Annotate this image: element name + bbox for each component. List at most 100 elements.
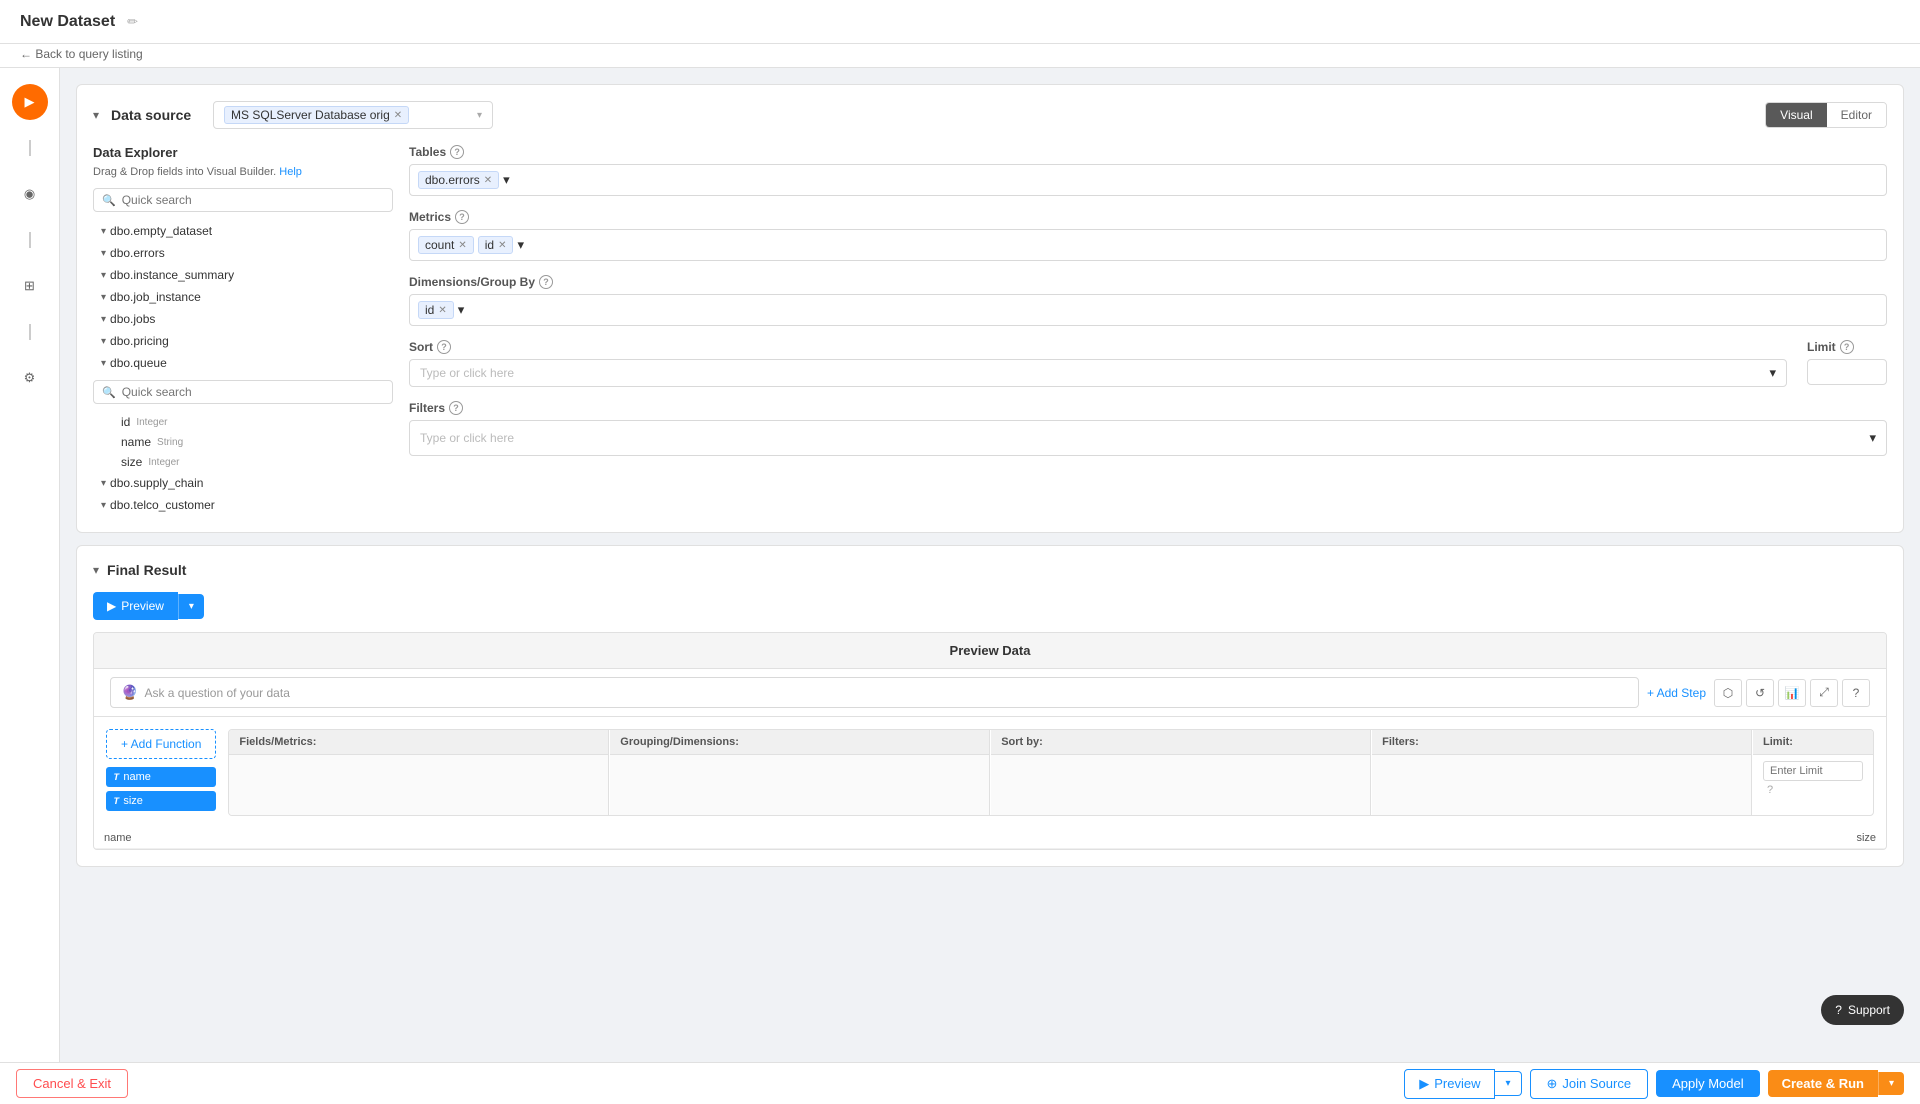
field-size-item[interactable]: 𝑻 size bbox=[106, 791, 216, 811]
limit-label: Limit bbox=[1807, 340, 1836, 354]
view-visual-btn[interactable]: Visual bbox=[1766, 103, 1826, 127]
datasource-row: ▾ Data source MS SQLServer Database orig… bbox=[93, 101, 1887, 129]
cancel-exit-btn[interactable]: Cancel & Exit bbox=[16, 1069, 128, 1098]
metrics-select[interactable]: count ✕ id ✕ bbox=[409, 229, 1887, 261]
filters-select[interactable]: Type or click here bbox=[409, 420, 1887, 456]
tool-refresh-btn[interactable]: ↺ bbox=[1746, 679, 1774, 707]
chevron-errors: ▾ bbox=[101, 248, 106, 259]
tree-item-empty-dataset[interactable]: ▾ dbo.empty_dataset bbox=[93, 220, 393, 242]
tables-info-icon[interactable]: ? bbox=[450, 145, 464, 159]
step-col-grouping-body[interactable] bbox=[610, 755, 989, 815]
field-name[interactable]: name String bbox=[93, 432, 393, 452]
preview-dropdown-btn[interactable]: ▾ bbox=[178, 594, 204, 619]
search-input-1[interactable] bbox=[122, 193, 384, 207]
metrics-tag-id: id ✕ bbox=[478, 236, 514, 254]
sort-info-icon[interactable]: ? bbox=[437, 340, 451, 354]
tree-item-pricing[interactable]: ▾ dbo.pricing bbox=[93, 330, 393, 352]
join-source-btn[interactable]: ⊕ Join Source bbox=[1530, 1069, 1649, 1099]
field-size[interactable]: size Integer bbox=[93, 452, 393, 472]
tree-item-telco-customer[interactable]: ▾ dbo.telco_customer bbox=[93, 494, 393, 516]
filters-info-icon[interactable]: ? bbox=[449, 401, 463, 415]
sort-limit-row: Sort ? Type or click here Lim bbox=[409, 340, 1887, 387]
limit-help-icon[interactable]: ? bbox=[1767, 784, 1773, 796]
add-function-btn[interactable]: + Add Function bbox=[106, 729, 216, 759]
preview-toolbar: ⬡ ↺ 📊 ⤢ ? bbox=[1714, 679, 1870, 707]
search-box-2[interactable]: 🔍 bbox=[93, 380, 393, 404]
step-col-fields-body[interactable] bbox=[229, 755, 608, 815]
tree-item-errors[interactable]: ▾ dbo.errors bbox=[93, 242, 393, 264]
main-layout: ▶ ◉ ⊞ ⚙ ▾ Data source MS SQLServer Datab… bbox=[0, 68, 1920, 1062]
step-col-filters-body[interactable] bbox=[1372, 755, 1751, 815]
datasource-collapse-icon[interactable]: ▾ bbox=[93, 108, 99, 122]
view-editor-btn[interactable]: Editor bbox=[1827, 103, 1886, 127]
preview-group: ▶ Preview ▾ bbox=[1404, 1069, 1521, 1099]
support-btn[interactable]: ? Support bbox=[1821, 995, 1904, 1025]
create-run-btn[interactable]: Create & Run bbox=[1768, 1070, 1878, 1097]
tool-expand-btn[interactable]: ⤢ bbox=[1810, 679, 1838, 707]
field-id[interactable]: id Integer bbox=[93, 412, 393, 432]
chevron-telco-customer: ▾ bbox=[101, 500, 106, 511]
help-link[interactable]: Help bbox=[279, 166, 302, 178]
ai-input[interactable]: 🔮 Ask a question of your data bbox=[110, 677, 1639, 708]
page-title: New Dataset bbox=[20, 13, 115, 31]
field-list: id Integer name String size Integer bbox=[93, 412, 393, 472]
chevron-jobs: ▾ bbox=[101, 314, 106, 325]
filters-chevron bbox=[1869, 430, 1876, 446]
search-input-2[interactable] bbox=[122, 385, 384, 399]
sidebar-icon-gear[interactable]: ⚙ bbox=[12, 360, 48, 396]
sidebar-icons: ▶ ◉ ⊞ ⚙ bbox=[0, 68, 60, 1062]
tree-item-instance-summary[interactable]: ▾ dbo.instance_summary bbox=[93, 264, 393, 286]
datasource-tag-close[interactable]: ✕ bbox=[394, 110, 402, 121]
sidebar-icon-table[interactable]: ⊞ bbox=[12, 268, 48, 304]
metrics-count-close[interactable]: ✕ bbox=[458, 240, 466, 251]
datasource-chevron bbox=[477, 110, 482, 121]
datasource-select[interactable]: MS SQLServer Database orig ✕ bbox=[213, 101, 493, 129]
tables-chevron bbox=[503, 172, 510, 188]
sort-select[interactable]: Type or click here bbox=[409, 359, 1787, 387]
limit-input[interactable]: 10000 bbox=[1807, 359, 1887, 385]
final-result-card: ▾ Final Result ▶ Preview ▾ Preview Data bbox=[76, 545, 1904, 867]
limit-info-icon[interactable]: ? bbox=[1840, 340, 1854, 354]
dimensions-id-close[interactable]: ✕ bbox=[438, 305, 446, 316]
tree-item-supply-chain[interactable]: ▾ dbo.supply_chain bbox=[93, 472, 393, 494]
dimensions-select[interactable]: id ✕ bbox=[409, 294, 1887, 326]
tables-row: Tables ? dbo.errors ✕ bbox=[409, 145, 1887, 196]
dimensions-info-icon[interactable]: ? bbox=[539, 275, 553, 289]
step-col-sort-body[interactable] bbox=[991, 755, 1370, 815]
tables-select[interactable]: dbo.errors ✕ bbox=[409, 164, 1887, 196]
edit-icon[interactable]: ✏ bbox=[127, 14, 138, 30]
final-result-collapse-icon[interactable]: ▾ bbox=[93, 563, 99, 577]
search-box-1[interactable]: 🔍 bbox=[93, 188, 393, 212]
field-size-type-icon: 𝑻 bbox=[114, 796, 119, 807]
create-run-caret-btn[interactable]: ▾ bbox=[1878, 1072, 1904, 1095]
metrics-id-close[interactable]: ✕ bbox=[498, 240, 506, 251]
filters-label: Filters bbox=[409, 401, 445, 415]
preview-ai-bar: 🔮 Ask a question of your data + Add Step… bbox=[94, 669, 1886, 717]
step-col-fields-header: Fields/Metrics: bbox=[229, 730, 608, 755]
metrics-info-icon[interactable]: ? bbox=[455, 210, 469, 224]
bottom-preview-btn[interactable]: ▶ Preview bbox=[1404, 1069, 1495, 1099]
datasource-label: Data source bbox=[111, 107, 201, 123]
tool-help-btn[interactable]: ? bbox=[1842, 679, 1870, 707]
tree-item-queue[interactable]: ▾ dbo.queue bbox=[93, 352, 393, 374]
tool-share-btn[interactable]: ⬡ bbox=[1714, 679, 1742, 707]
step-col-filters-header: Filters: bbox=[1372, 730, 1751, 755]
tree-item-jobs[interactable]: ▾ dbo.jobs bbox=[93, 308, 393, 330]
apply-model-btn[interactable]: Apply Model bbox=[1656, 1070, 1760, 1097]
tool-chart-btn[interactable]: 📊 bbox=[1778, 679, 1806, 707]
search-icon-1: 🔍 bbox=[102, 194, 116, 207]
limit-enter-input[interactable] bbox=[1763, 761, 1863, 781]
field-name-item[interactable]: 𝑻 name bbox=[106, 767, 216, 787]
bottom-preview-caret-btn[interactable]: ▾ bbox=[1495, 1071, 1521, 1096]
add-step-btn[interactable]: + Add Step bbox=[1647, 686, 1706, 700]
sidebar-icon-eye[interactable]: ◉ bbox=[12, 176, 48, 212]
data-row-header: name size bbox=[94, 828, 1886, 849]
final-result-title: Final Result bbox=[107, 562, 186, 578]
preview-main-btn[interactable]: ▶ Preview bbox=[93, 592, 178, 620]
filters-row: Filters ? Type or click here bbox=[409, 401, 1887, 456]
tables-tag-close[interactable]: ✕ bbox=[484, 175, 492, 186]
sidebar-icon-play[interactable]: ▶ bbox=[12, 84, 48, 120]
step-col-sort: Sort by: bbox=[991, 730, 1371, 815]
tree-item-job-instance[interactable]: ▾ dbo.job_instance bbox=[93, 286, 393, 308]
back-link[interactable]: ← Back to query listing bbox=[20, 47, 143, 61]
